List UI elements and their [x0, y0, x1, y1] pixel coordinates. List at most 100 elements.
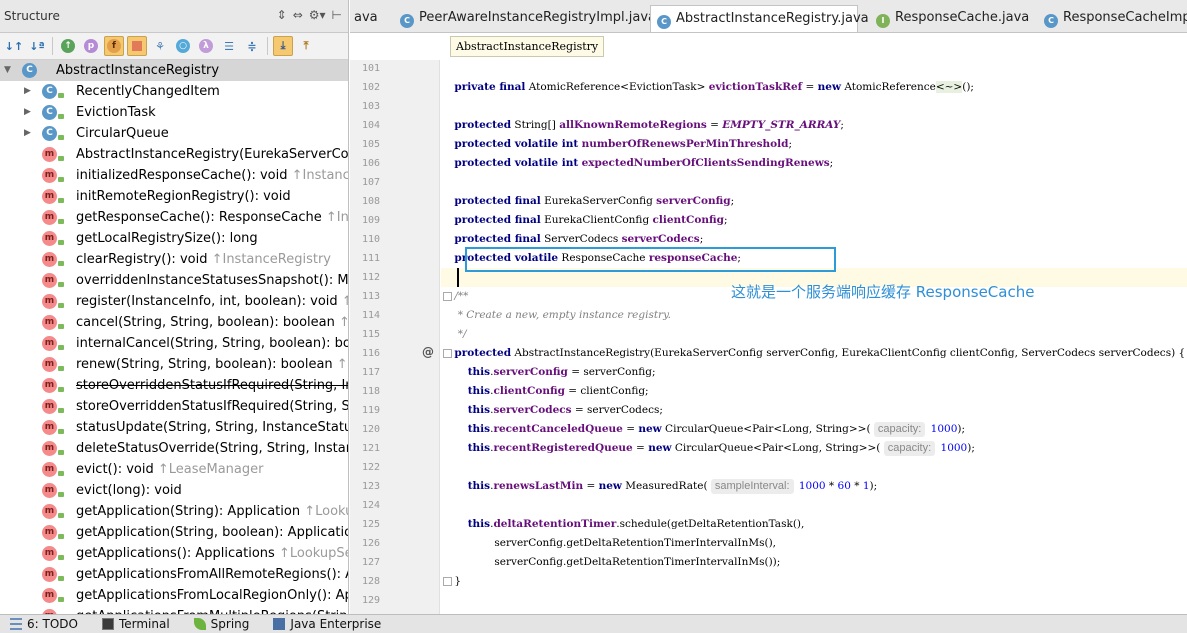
tree-method-item[interactable]: m register(InstanceInfo, int, boolean): v… [0, 291, 348, 312]
method-icon: m [42, 336, 57, 351]
tree-method-item[interactable]: m getApplicationsFromAllRemoteRegions(): … [0, 564, 348, 585]
code-line[interactable]: protected AbstractInstanceRegistry(Eurek… [441, 344, 1187, 363]
tree-method-item[interactable]: m AbstractInstanceRegistry(EurekaServerCo… [0, 144, 348, 165]
tab-response-cache-impl[interactable]: C ResponseCacheImpl.j [1038, 5, 1187, 32]
tree-method-item[interactable]: m getResponseCache(): ResponseCache ↑Inst… [0, 207, 348, 228]
tree-method-item[interactable]: mgetApplicationsFromMultipleRegions(Stri… [0, 606, 348, 614]
tree-method-item[interactable]: m getApplication(String, boolean): Applic… [0, 522, 348, 543]
inherited-from-hint: ↑Lease [342, 294, 348, 309]
tree-method-item[interactable]: m clearRegistry(): void ↑InstanceRegistry [0, 249, 348, 270]
tree-method-item[interactable]: m getLocalRegistrySize(): long [0, 228, 348, 249]
code-line[interactable] [441, 60, 1187, 78]
tree-method-item[interactable]: m storeOverriddenStatusIfRequired(String,… [0, 375, 348, 396]
tree-method-item[interactable]: m storeOverriddenStatusIfRequired(String,… [0, 396, 348, 417]
tab-abstract-instance-registry[interactable]: C AbstractInstanceRegistry.java [650, 5, 869, 32]
collapsed-arrow-icon[interactable]: ▶ [24, 102, 31, 123]
code-line[interactable]: */ [441, 325, 1187, 344]
class-icon: C [42, 126, 57, 141]
collapse-all-icon[interactable]: ⇔ [293, 8, 303, 22]
code-line[interactable] [441, 97, 1187, 116]
code-line[interactable]: this.serverConfig = serverConfig; [441, 363, 1187, 382]
member-signature: RecentlyChangedItem [76, 84, 220, 99]
code-line[interactable]: this.recentRegisteredQueue = new Circula… [441, 439, 1187, 458]
show-properties-icon[interactable]: p [81, 36, 101, 56]
code-line[interactable]: this.clientConfig = clientConfig; [441, 382, 1187, 401]
tree-class-item[interactable]: ▶ C CircularQueue [0, 123, 348, 144]
expand-icon[interactable]: ≑ [242, 36, 262, 56]
code-line[interactable] [441, 591, 1187, 610]
show-fields-icon[interactable]: f [104, 36, 124, 56]
code-line[interactable]: serverConfig.getDeltaRetentionTimerInter… [441, 534, 1187, 553]
autoscroll-to-source-icon[interactable]: ⤓ [273, 36, 293, 56]
tree-method-item[interactable]: m getApplication(String): Application ↑Lo… [0, 501, 348, 522]
tree-method-item[interactable]: m statusUpdate(String, String, InstanceSt… [0, 417, 348, 438]
annotation-gutter-icon[interactable]: @ [422, 345, 434, 359]
show-anonymous-classes-icon[interactable]: ⚘ [150, 36, 170, 56]
code-line[interactable]: protected volatile int expectedNumberOfC… [441, 154, 1187, 173]
tree-method-item[interactable]: m overriddenInstanceStatusesSnapshot(): M… [0, 270, 349, 291]
code-area[interactable]: private final AtomicReference<EvictionTa… [441, 60, 1187, 614]
autoscroll-from-source-icon[interactable]: ⤒ [296, 36, 316, 56]
tree-item-label: evict(): void ↑LeaseManager [76, 459, 263, 480]
tree-method-item[interactable]: m getApplicationsFromLocalRegionOnly(): A… [0, 585, 348, 606]
tree-method-item[interactable]: m initRemoteRegionRegistry(): void [0, 186, 348, 207]
code-line[interactable] [441, 173, 1187, 192]
code-line[interactable]: protected final EurekaClientConfig clien… [441, 211, 1187, 230]
code-line[interactable]: protected final EurekaServerConfig serve… [441, 192, 1187, 211]
code-line[interactable]: this.recentCanceledQueue = new CircularQ… [441, 420, 1187, 439]
sort-alphabetically-icon[interactable]: ↓ª [27, 36, 47, 56]
sort-by-visibility-icon[interactable]: ↓↑ [4, 36, 24, 56]
member-signature: overriddenInstanceStatusesSnapshot(): Ma… [76, 273, 349, 288]
todo-tool-button[interactable]: 6: TODO [10, 617, 78, 631]
tree-root[interactable]: ▼ C AbstractInstanceRegistry [0, 60, 348, 81]
method-icon: m [42, 546, 57, 561]
visibility-icon [58, 471, 64, 476]
show-inherited-icon[interactable]: ↑ [58, 36, 78, 56]
code-line[interactable]: serverConfig.getDeltaRetentionTimerInter… [441, 553, 1187, 572]
structure-tree: ▼ C AbstractInstanceRegistry ▶ C RecentlyC… [0, 60, 349, 614]
tree-method-item[interactable]: m evict(): void ↑LeaseManager [0, 459, 348, 480]
terminal-tool-button[interactable]: Terminal [101, 617, 170, 631]
tree-class-item[interactable]: ▶ C EvictionTask [0, 102, 348, 123]
code-line[interactable]: protected String[] allKnownRemoteRegions… [441, 116, 1187, 135]
collapsed-arrow-icon[interactable]: ▶ [24, 123, 31, 144]
tree-method-item[interactable]: m initializedResponseCache(): void ↑Insta… [0, 165, 348, 186]
expanded-arrow-icon[interactable]: ▼ [4, 60, 11, 81]
tree-item-label: internalCancel(String, String, boolean):… [76, 333, 348, 354]
tree-class-item[interactable]: ▶ C RecentlyChangedItem [0, 81, 348, 102]
tree-method-item[interactable]: m internalCancel(String, String, boolean)… [0, 333, 348, 354]
breadcrumb[interactable]: AbstractInstanceRegistry [450, 36, 605, 57]
code-line[interactable]: this.deltaRetentionTimer.schedule(getDel… [441, 515, 1187, 534]
code-line[interactable]: this.renewsLastMin = new MeasuredRate( s… [441, 477, 1187, 496]
tab-peer-aware-registry-impl[interactable]: C PeerAwareInstanceRegistryImpl.java [394, 5, 656, 32]
show-lambdas-icon[interactable]: ○ [173, 36, 193, 56]
visibility-icon [58, 93, 64, 98]
hide-panel-icon[interactable]: ⊢ [332, 8, 342, 22]
java-enterprise-tool-button[interactable]: Java Enterprise [273, 617, 381, 631]
tree-method-item[interactable]: m renew(String, String, boolean): boolean… [0, 354, 348, 375]
code-line[interactable] [441, 496, 1187, 515]
settings-gear-icon[interactable]: ⚙▾ [309, 8, 326, 22]
tree-method-item[interactable]: m deleteStatusOverride(String, String, In… [0, 438, 348, 459]
spring-tool-button[interactable]: Spring [193, 617, 249, 631]
tab-response-cache[interactable]: I ResponseCache.java [870, 5, 1030, 32]
code-line[interactable]: this.serverCodecs = serverCodecs; [441, 401, 1187, 420]
method-icon: m [42, 399, 57, 414]
lambda-icon[interactable]: λ [196, 36, 216, 56]
show-non-public-icon[interactable] [127, 36, 147, 56]
member-signature: getApplicationsFromLocalRegionOnly(): Ap… [76, 588, 348, 603]
code-line[interactable]: private final AtomicReference<EvictionTa… [441, 78, 1187, 97]
line-number-gutter[interactable]: 101 102 103 104 105 106 107 108 109 110 111 112 113 1… [350, 60, 452, 614]
code-line[interactable]: * Create a new, empty instance registry. [441, 306, 1187, 325]
expand-all-icon[interactable]: ⇕ [277, 8, 287, 22]
collapsed-arrow-icon[interactable]: ▶ [24, 81, 31, 102]
tree-method-item[interactable]: m cancel(String, String, boolean): boolea… [0, 312, 348, 333]
tree-method-item[interactable]: m evict(long): void [0, 480, 348, 501]
code-line[interactable] [441, 458, 1187, 477]
tree-method-item[interactable]: m getApplications(): Applications ↑Lookup… [0, 543, 348, 564]
code-line[interactable]: } [441, 572, 1187, 591]
tab-partial[interactable]: ava [350, 5, 394, 32]
member-signature: clearRegistry(): void [76, 252, 212, 267]
collapse-icon[interactable]: ☰ [219, 36, 239, 56]
code-line[interactable]: protected volatile int numberOfRenewsPer… [441, 135, 1187, 154]
